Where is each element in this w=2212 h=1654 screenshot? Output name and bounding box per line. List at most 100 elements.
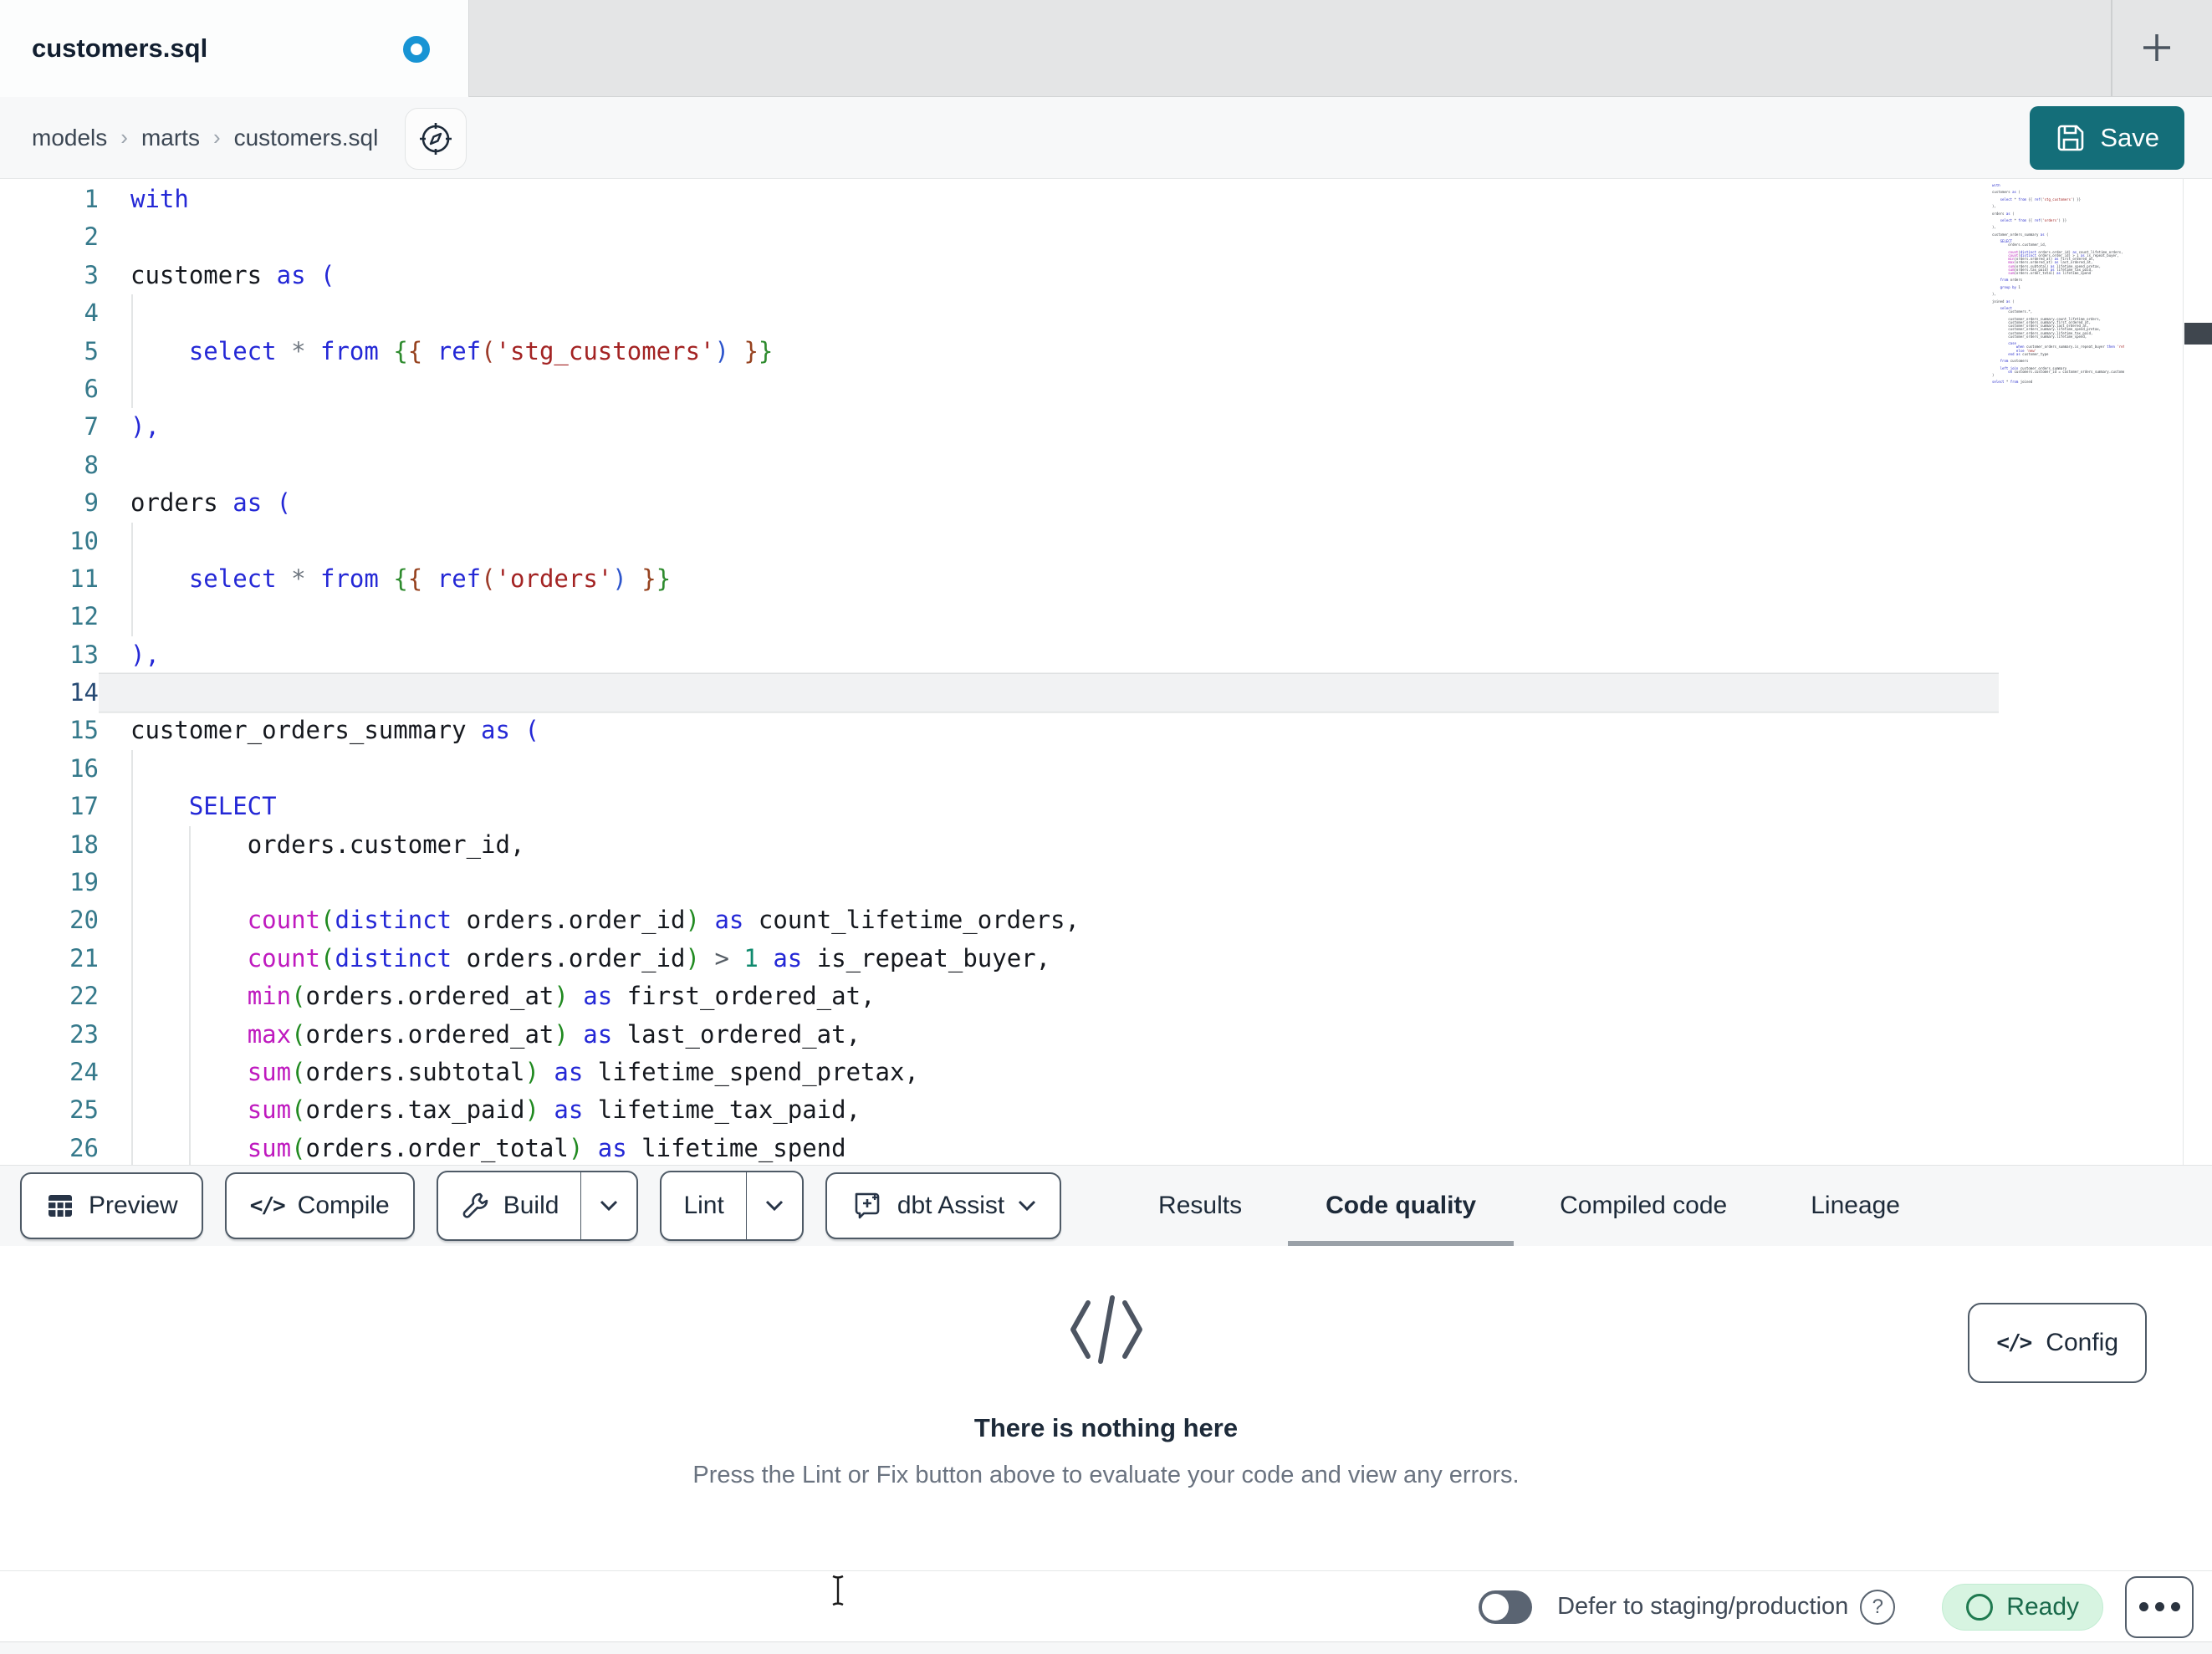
- help-icon[interactable]: ?: [1860, 1589, 1896, 1625]
- tab-compiled-code[interactable]: Compiled code: [1522, 1166, 1765, 1246]
- code-line: 24 sum(orders.subtotal) as lifetime_spen…: [0, 1054, 2212, 1091]
- code-line: 3 customers as (: [0, 257, 2212, 294]
- lint-button-label: Lint: [683, 1192, 724, 1219]
- panel-tabs: Results Code quality Compiled code Linea…: [1121, 1166, 1938, 1247]
- empty-state-title: There is nothing here: [973, 1413, 1239, 1442]
- chevron-down-icon: [765, 1200, 783, 1212]
- build-split-button: Build: [436, 1171, 639, 1241]
- code-line: 17 SELECT: [0, 788, 2212, 825]
- breadcrumb-item-file[interactable]: customers.sql: [234, 125, 379, 151]
- status-circle-icon: [1966, 1593, 1994, 1621]
- compile-button[interactable]: </> Compile: [224, 1172, 415, 1239]
- save-button-label: Save: [2100, 123, 2159, 152]
- defer-toggle[interactable]: [1479, 1590, 1533, 1624]
- code-brackets-icon: </>: [249, 1193, 286, 1218]
- code-line: 4: [0, 294, 2212, 332]
- preview-button-label: Preview: [89, 1192, 178, 1219]
- line-number: 19: [69, 868, 99, 897]
- line-number: 6: [84, 374, 99, 403]
- line-number: 20: [69, 906, 99, 935]
- save-button[interactable]: Save: [2030, 106, 2184, 170]
- lint-split-button: Lint: [660, 1171, 804, 1241]
- chevron-down-icon: [1019, 1200, 1036, 1212]
- tab-title: customers.sql: [32, 33, 208, 63]
- config-button[interactable]: </> Config: [1968, 1303, 2147, 1383]
- wrench-icon: [462, 1192, 488, 1218]
- code-line: 23 max(orders.ordered_at) as last_ordere…: [0, 1016, 2212, 1054]
- code-editor[interactable]: 1 with 2 3 customers as (4 5 select * from {{…: [0, 179, 2212, 1165]
- line-number: 22: [69, 982, 99, 1011]
- line-number: 23: [69, 1019, 99, 1049]
- code-line: 25 sum(orders.tax_paid) as lifetime_tax_…: [0, 1091, 2212, 1129]
- defer-label: Defer to staging/production: [1557, 1593, 1849, 1620]
- code-line: 6: [0, 370, 2212, 408]
- line-number: 17: [69, 792, 99, 821]
- table-icon: [49, 1195, 72, 1217]
- code-line: 13),: [0, 636, 2212, 674]
- empty-state-subtitle: Press the Lint or Fix button above to ev…: [692, 1462, 1520, 1488]
- scrollbar-thumb[interactable]: [2184, 323, 2212, 345]
- code-brackets-icon: </>: [1996, 1330, 2032, 1355]
- line-number: 21: [69, 943, 99, 972]
- breadcrumb: models › marts › customers.sql: [32, 97, 378, 178]
- compass-icon: [420, 123, 452, 155]
- more-options-button[interactable]: [2125, 1575, 2194, 1638]
- code-line: 26 sum(orders.order_total) as lifetime_s…: [0, 1130, 2212, 1165]
- code-line: 19: [0, 864, 2212, 901]
- line-number: 25: [69, 1095, 99, 1125]
- empty-state: There is nothing here Press the Lint or …: [0, 1288, 2212, 1489]
- line-number: 8: [84, 450, 99, 479]
- editor-scrollbar[interactable]: [2183, 179, 2212, 1165]
- chevron-right-icon: ›: [212, 125, 221, 150]
- code-line: 20 count(distinct orders.order_id) as co…: [0, 901, 2212, 939]
- lint-dropdown-button[interactable]: [745, 1172, 802, 1239]
- chevron-down-icon: [600, 1200, 618, 1212]
- toolbar-buttons: Preview </> Compile Build Lint dbt Assis…: [0, 1171, 1062, 1241]
- code-line: 15 customer_orders_summary as (: [0, 712, 2212, 749]
- breadcrumb-item-marts[interactable]: marts: [141, 125, 200, 151]
- build-button[interactable]: Build: [438, 1172, 581, 1239]
- line-number: 2: [84, 222, 99, 252]
- lint-button[interactable]: Lint: [662, 1172, 745, 1239]
- preview-button[interactable]: Preview: [20, 1172, 203, 1239]
- line-number: 14: [69, 678, 99, 707]
- tab-results[interactable]: Results: [1121, 1166, 1280, 1246]
- line-number: 11: [69, 564, 99, 593]
- code-line: 18 orders.customer_id,: [0, 826, 2212, 864]
- build-dropdown-button[interactable]: [580, 1172, 636, 1239]
- config-button-label: Config: [2046, 1329, 2118, 1356]
- ready-status-badge[interactable]: Ready: [1942, 1583, 2103, 1631]
- tab-code-quality[interactable]: Code quality: [1288, 1166, 1515, 1247]
- line-number: 24: [69, 1057, 99, 1086]
- breadcrumb-item-models[interactable]: models: [32, 125, 107, 151]
- line-number: 26: [69, 1133, 99, 1162]
- save-floppy-icon: [2058, 125, 2084, 151]
- code-line: 12: [0, 598, 2212, 636]
- line-number: 9: [84, 488, 99, 518]
- tab-lineage[interactable]: Lineage: [1773, 1166, 1938, 1246]
- code-line: 1 with: [0, 181, 2212, 218]
- ready-label: Ready: [2006, 1592, 2079, 1621]
- ellipsis-icon: [2138, 1602, 2148, 1611]
- code-line: 11 select * from {{ ref('orders') }}: [0, 560, 2212, 598]
- tab-bar: customers.sql: [0, 0, 2212, 97]
- new-tab-button[interactable]: [2128, 18, 2186, 77]
- code-line: 2: [0, 218, 2212, 256]
- tab-bar-separator: [2111, 0, 2112, 96]
- line-number: 13: [69, 640, 99, 669]
- copilot-compass-button[interactable]: [405, 108, 467, 170]
- minimap[interactable]: with customers as ( select * from {{ ref…: [1992, 184, 2124, 385]
- ibeam-mouse-cursor: [832, 1575, 844, 1606]
- line-number: 10: [69, 526, 99, 555]
- plus-icon: [2143, 34, 2170, 61]
- code-quality-panel: There is nothing here Press the Lint or …: [0, 1246, 2212, 1570]
- code-line: 22 min(orders.ordered_at) as first_order…: [0, 978, 2212, 1015]
- code-line: 7),: [0, 408, 2212, 446]
- bottom-edge-strip: [0, 1641, 2212, 1654]
- dbt-assist-button[interactable]: dbt Assist: [825, 1172, 1062, 1239]
- code-lines: 1 with 2 3 customers as (4 5 select * from {{…: [0, 181, 2212, 1165]
- code-line: 16: [0, 750, 2212, 788]
- tab-customers-sql[interactable]: customers.sql: [0, 0, 469, 97]
- line-number: 5: [84, 336, 99, 365]
- code-line: 14: [0, 674, 2212, 712]
